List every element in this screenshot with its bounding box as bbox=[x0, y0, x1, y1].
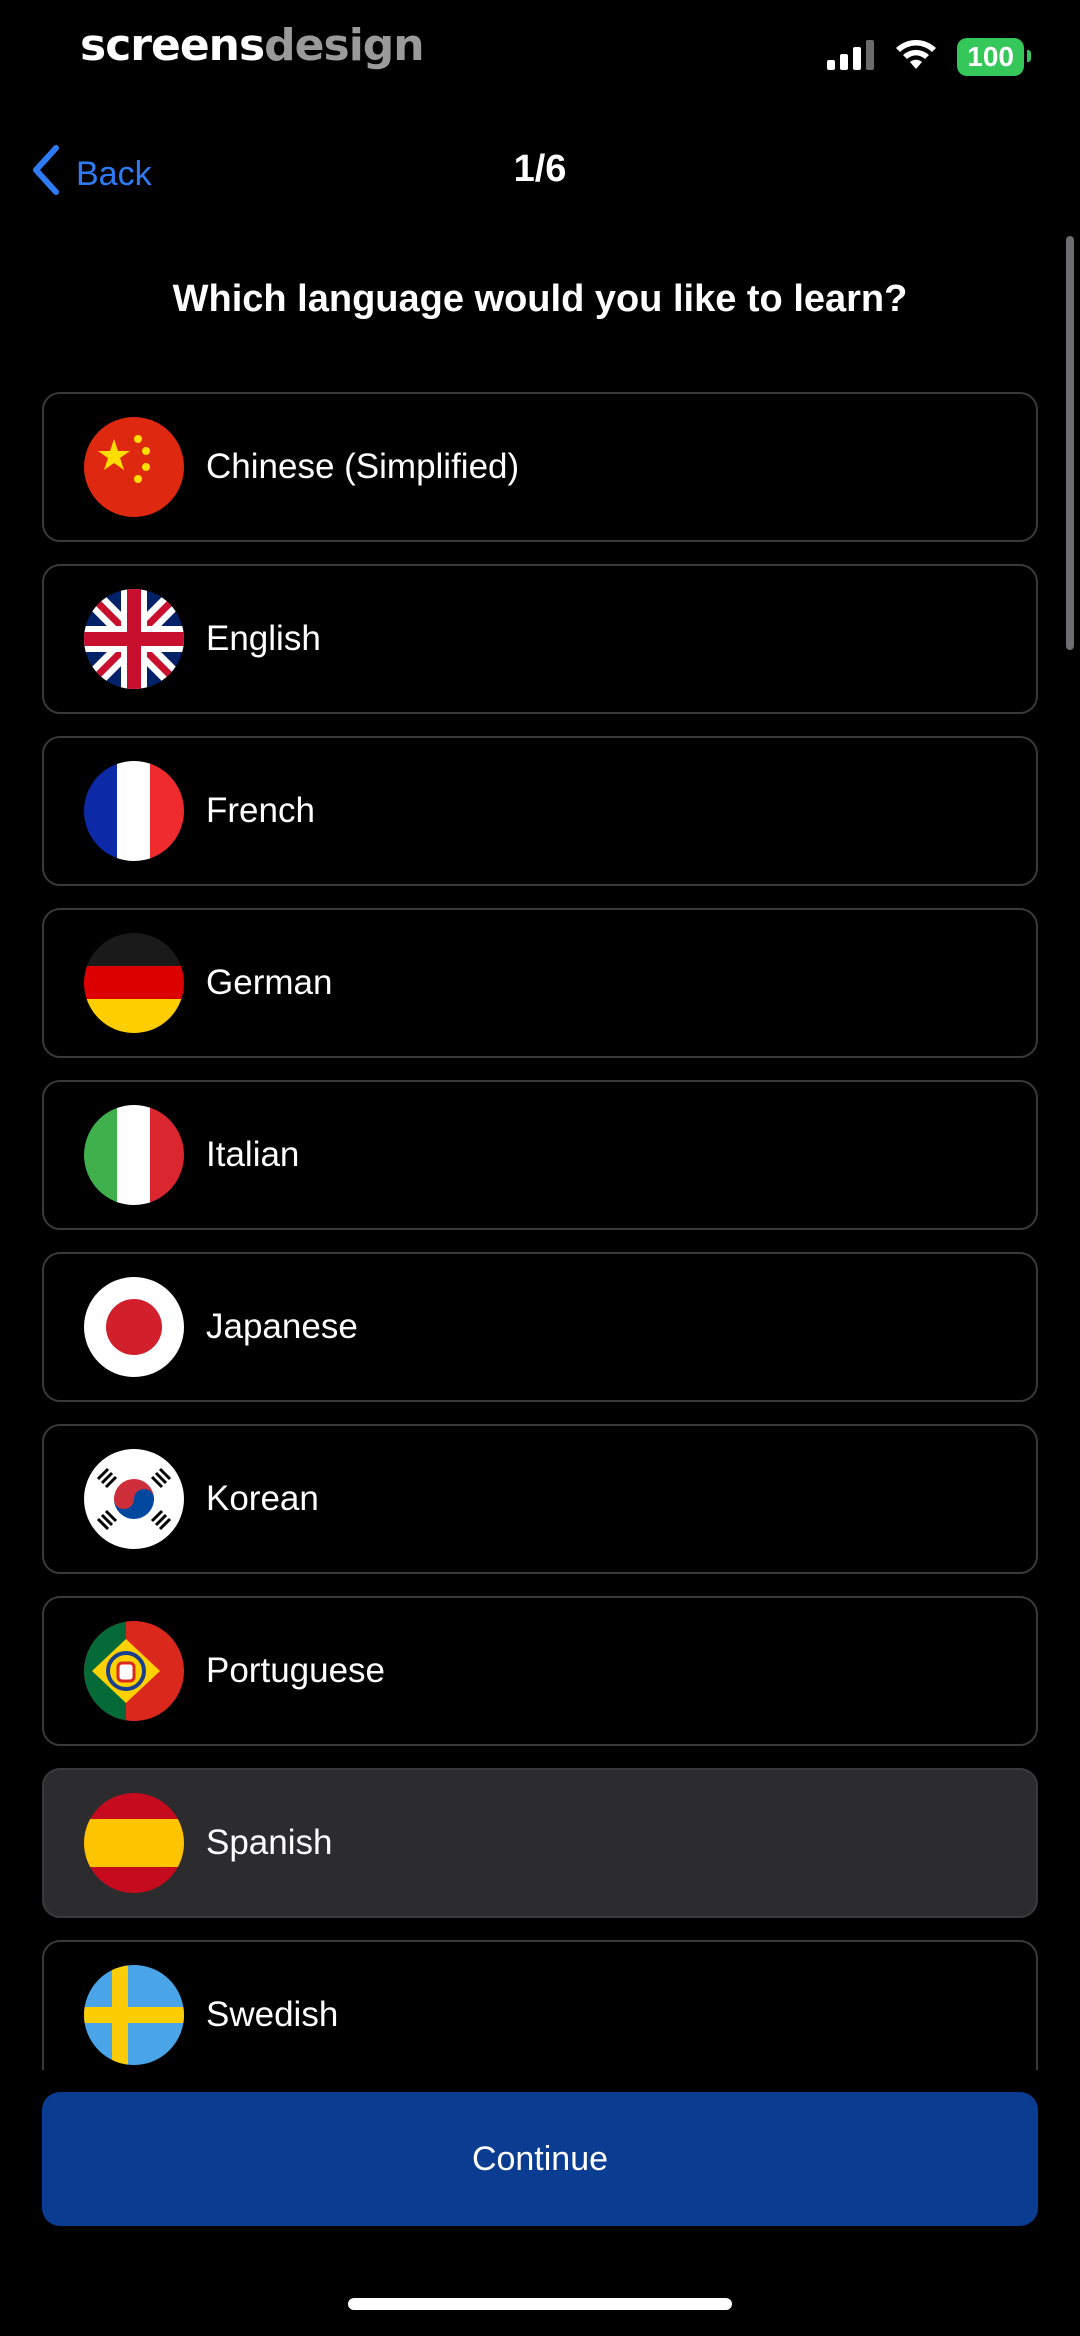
brand-primary: screens bbox=[80, 20, 265, 71]
japan-flag-icon bbox=[84, 1277, 184, 1377]
language-label: Korean bbox=[206, 1479, 319, 1518]
china-flag-icon bbox=[84, 417, 184, 517]
language-option-italian[interactable]: Italian bbox=[42, 1080, 1038, 1230]
navigation-bar: Back 1/6 bbox=[0, 130, 1080, 220]
language-option-swedish[interactable]: Swedish bbox=[42, 1940, 1038, 2070]
sweden-flag-icon bbox=[84, 1965, 184, 2065]
home-indicator bbox=[348, 2298, 732, 2310]
page-title: Which language would you like to learn? bbox=[172, 278, 908, 320]
italy-flag-icon bbox=[84, 1105, 184, 1205]
language-label: English bbox=[206, 619, 321, 658]
language-label: German bbox=[206, 963, 333, 1002]
status-icons: 100 bbox=[827, 38, 1031, 76]
language-option-japanese[interactable]: Japanese bbox=[42, 1252, 1038, 1402]
language-label: Spanish bbox=[206, 1823, 333, 1862]
spain-flag-icon bbox=[84, 1793, 184, 1893]
language-list: Chinese (Simplified) English French Germ… bbox=[42, 392, 1038, 2070]
brand-secondary: design bbox=[264, 20, 424, 71]
language-label: Japanese bbox=[206, 1307, 358, 1346]
language-option-german[interactable]: German bbox=[42, 908, 1038, 1058]
status-bar: screensdesign 100 bbox=[0, 0, 1080, 110]
language-option-spanish[interactable]: Spanish bbox=[42, 1768, 1038, 1918]
battery-icon: 100 bbox=[957, 38, 1031, 76]
france-flag-icon bbox=[84, 761, 184, 861]
portugal-flag-icon bbox=[84, 1621, 184, 1721]
germany-flag-icon bbox=[84, 933, 184, 1033]
language-option-portuguese[interactable]: Portuguese bbox=[42, 1596, 1038, 1746]
signal-icon bbox=[827, 39, 875, 75]
language-list-viewport[interactable]: Chinese (Simplified) English French Germ… bbox=[0, 388, 1080, 2070]
language-option-french[interactable]: French bbox=[42, 736, 1038, 886]
scrollbar[interactable] bbox=[1066, 236, 1074, 650]
brand-watermark: screensdesign bbox=[80, 20, 425, 71]
wifi-icon bbox=[895, 39, 937, 76]
language-label: Portuguese bbox=[206, 1651, 386, 1690]
uk-flag-icon bbox=[84, 589, 184, 689]
language-option-chinese[interactable]: Chinese (Simplified) bbox=[42, 392, 1038, 542]
language-label: Italian bbox=[206, 1135, 300, 1174]
language-option-english[interactable]: English bbox=[42, 564, 1038, 714]
language-option-korean[interactable]: Korean bbox=[42, 1424, 1038, 1574]
language-label: Chinese (Simplified) bbox=[206, 447, 520, 486]
language-label: French bbox=[206, 791, 315, 830]
korea-flag-icon bbox=[84, 1449, 184, 1549]
step-counter: 1/6 bbox=[513, 148, 567, 190]
continue-button[interactable]: Continue bbox=[42, 2092, 1038, 2226]
language-label: Swedish bbox=[206, 1995, 339, 2034]
